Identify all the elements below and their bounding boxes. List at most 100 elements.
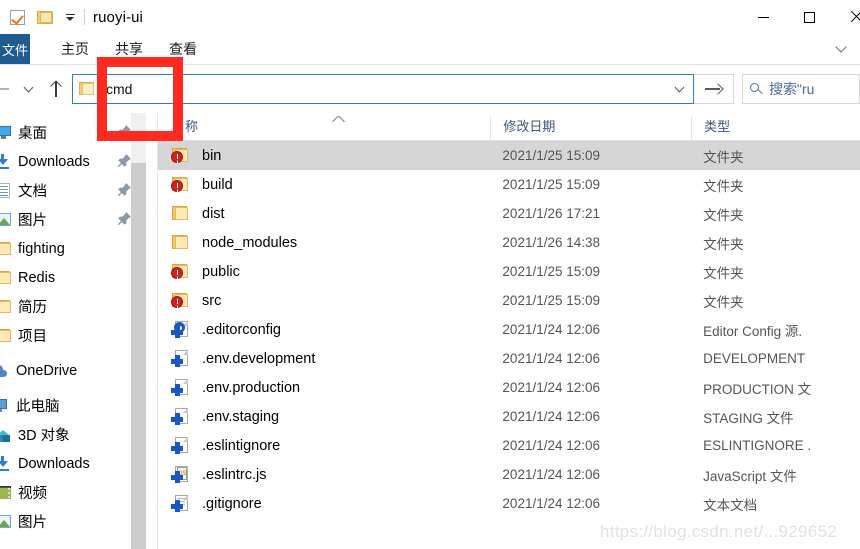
minimize-icon[interactable]: [740, 0, 786, 34]
sidebar-item-label: 3D 对象: [18, 428, 70, 444]
pin-icon[interactable]: [117, 212, 131, 226]
quick-access-toolbar: [0, 4, 80, 30]
folder-vc-red-icon: [171, 147, 190, 164]
pin-icon[interactable]: [117, 154, 131, 168]
file-date: 2021/1/24 12:06: [502, 467, 601, 482]
table-row[interactable]: src 2021/1/25 15:09 文件夹: [158, 286, 860, 315]
downloads-icon: [0, 455, 12, 473]
file-type: 文本文档: [703, 497, 758, 513]
file-name: .env.development: [202, 350, 316, 367]
arrow-left-icon[interactable]: [0, 74, 14, 104]
table-row[interactable]: build 2021/1/25 15:09 文件夹: [158, 170, 860, 199]
file-date: 2021/1/25 15:09: [502, 264, 601, 279]
file-type: ESLINTIGNORE .: [703, 438, 812, 453]
maximize-icon[interactable]: [786, 0, 832, 34]
sidebar-item-label: OneDrive: [16, 362, 78, 379]
address-input[interactable]: cmd: [106, 81, 665, 97]
table-row[interactable]: node_modules 2021/1/26 14:38 文件夹: [158, 228, 860, 257]
table-row[interactable]: .env.development 2021/1/24 12:06 DEVELOP…: [158, 344, 860, 373]
table-row[interactable]: bin 2021/1/25 15:09 文件夹: [158, 141, 860, 170]
column-header-date[interactable]: 修改日期: [490, 116, 691, 140]
column-headers: 名称 修改日期 类型: [158, 113, 860, 141]
window-title: ruoyi-ui: [93, 8, 143, 26]
sidebar-item-label: 项目: [18, 329, 47, 345]
chevron-down-icon[interactable]: [665, 75, 693, 103]
file-name: .gitignore: [202, 495, 262, 512]
file-name-cell: .gitignore: [158, 495, 490, 512]
folder-vc-red-icon: [171, 176, 190, 193]
sidebar-item-label: 此电脑: [16, 399, 60, 415]
file-name-cell: bin: [158, 147, 490, 164]
sidebar-item-label: Downloads: [18, 455, 90, 472]
tab-view[interactable]: 查看: [156, 34, 210, 64]
tab-share[interactable]: 共享: [102, 34, 156, 64]
pin-icon[interactable]: [117, 183, 131, 197]
folder-icon[interactable]: [32, 4, 58, 30]
folder-vc-red-icon: [171, 263, 190, 280]
folder-icon: [0, 240, 12, 258]
file-explorer-window: ruoyi-ui 文件 主页 共享 查看 cmd 搜索"ru 桌面 Downlo…: [0, 0, 860, 549]
table-row[interactable]: .eslintrc.js 2021/1/24 12:06 JavaScript …: [158, 460, 860, 489]
search-box[interactable]: 搜索"ru: [742, 74, 860, 104]
file-name-cell: .eslintignore: [158, 437, 490, 454]
go-button[interactable]: [694, 74, 734, 104]
pin-icon[interactable]: [117, 125, 131, 139]
file-type: 文件夹: [703, 178, 744, 194]
computer-icon: [0, 397, 8, 415]
navigation-pane-scrollbar[interactable]: [131, 113, 146, 549]
desktop-icon: [0, 124, 12, 142]
file-type: Editor Config 源.: [703, 323, 803, 339]
folder-icon: [0, 327, 12, 345]
file-type: 文件夹: [703, 149, 744, 165]
tab-home[interactable]: 主页: [48, 34, 102, 64]
close-icon[interactable]: [832, 0, 860, 34]
title-bar: ruoyi-ui: [0, 0, 860, 34]
file-name-cell: .env.production: [158, 379, 490, 396]
table-row[interactable]: public 2021/1/25 15:09 文件夹: [158, 257, 860, 286]
arrow-up-icon[interactable]: [42, 74, 70, 104]
table-row[interactable]: .gitignore 2021/1/24 12:06 文本文档: [158, 489, 860, 518]
column-header-type[interactable]: 类型: [691, 116, 860, 140]
search-input[interactable]: 搜索"ru: [769, 79, 814, 99]
file-name-cell: build: [158, 176, 490, 193]
file-name: .editorconfig: [202, 321, 281, 338]
file-type: PRODUCTION 文: [703, 381, 812, 397]
table-row[interactable]: .editorconfig 2021/1/24 12:06 Editor Con…: [158, 315, 860, 344]
file-date: 2021/1/24 12:06: [502, 322, 601, 337]
table-row[interactable]: dist 2021/1/26 17:21 文件夹: [158, 199, 860, 228]
file-vc-plus-icon: [171, 408, 190, 425]
csdn-watermark: https://blog.csdn.net/...929652: [600, 522, 838, 541]
file-list-pane: 名称 修改日期 类型 bin 2021/1/25 15:09 文件夹 build…: [158, 113, 860, 549]
file-date: 2021/1/24 12:06: [502, 438, 601, 453]
scrollbar-thumb[interactable]: [131, 163, 146, 549]
chevron-down-icon[interactable]: [14, 74, 42, 104]
sidebar-item-label: 图片: [18, 213, 47, 229]
file-type: 文件夹: [703, 265, 744, 281]
table-row[interactable]: .eslintignore 2021/1/24 12:06 ESLINTIGNO…: [158, 431, 860, 460]
file-name: .eslintrc.js: [202, 466, 267, 483]
address-bar[interactable]: cmd: [72, 74, 694, 104]
tab-file[interactable]: 文件: [0, 34, 30, 64]
sidebar-item-label: Downloads: [18, 153, 90, 170]
file-name: public: [202, 263, 240, 280]
file-name-cell: dist: [158, 205, 490, 222]
sidebar-item-label: 桌面: [18, 126, 47, 142]
file-type: DEVELOPMENT: [703, 351, 806, 366]
search-icon: [743, 75, 769, 103]
chevron-down-icon[interactable]: [60, 4, 80, 30]
table-row[interactable]: .env.staging 2021/1/24 12:06 STAGING 文件: [158, 402, 860, 431]
navigation-pane: 桌面 Downloads 文档 图片 fighting Redis 简历 项目 …: [0, 113, 158, 549]
checkbox-checked-icon[interactable]: [4, 4, 30, 30]
sidebar-item-label: 文档: [18, 184, 47, 200]
pictures-icon: [0, 513, 12, 531]
column-header-name[interactable]: 名称: [158, 116, 490, 140]
table-row[interactable]: .env.production 2021/1/24 12:06 PRODUCTI…: [158, 373, 860, 402]
file-name-cell: .eslintrc.js: [158, 466, 490, 483]
file-date: 2021/1/26 14:38: [502, 235, 601, 250]
chevron-down-icon[interactable]: [828, 36, 854, 62]
folder-icon: [171, 205, 190, 222]
pictures-icon: [0, 211, 12, 229]
folder-icon: [171, 234, 190, 251]
folder-icon: [0, 269, 12, 287]
file-type: 文件夹: [703, 207, 744, 223]
